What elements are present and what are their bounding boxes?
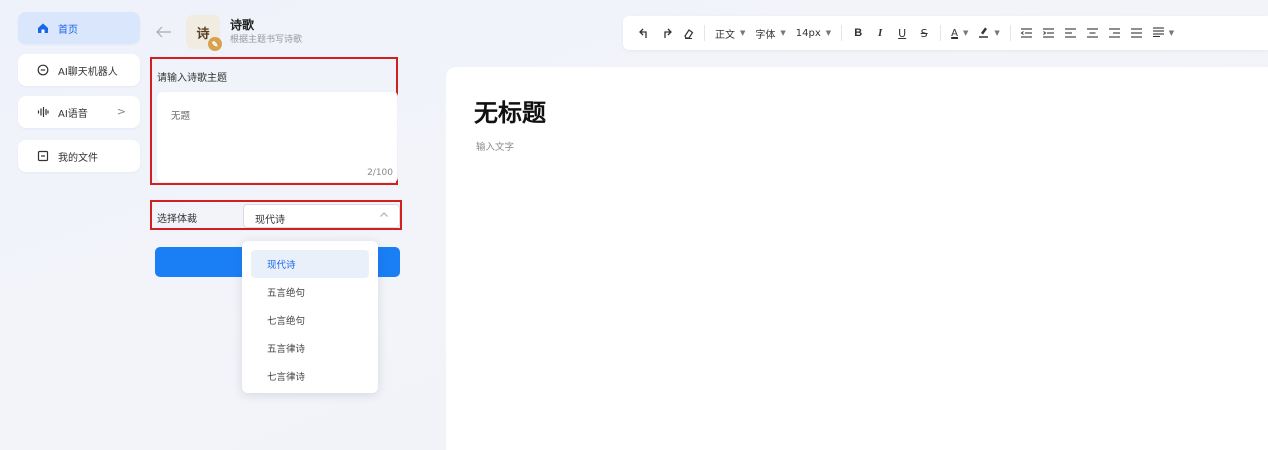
topic-textarea[interactable]: 无题 2/100 bbox=[156, 91, 398, 183]
underline-button[interactable]: U bbox=[891, 23, 913, 43]
dropdown-caret-icon: ▼ bbox=[825, 29, 832, 37]
tool-heading: 诗歌 根据主题书写诗歌 bbox=[230, 17, 302, 47]
genre-select[interactable]: 现代诗 bbox=[243, 204, 400, 228]
paragraph-style-select[interactable]: 正文 ▼ bbox=[710, 23, 750, 43]
font-size-select[interactable]: 14px ▼ bbox=[791, 23, 836, 43]
sidebar-item-label: AI语音 bbox=[58, 108, 88, 120]
tool-icon-text: 诗 bbox=[196, 26, 210, 42]
dropdown-caret-icon: ▼ bbox=[1168, 29, 1175, 37]
highlight-button[interactable]: ▼ bbox=[973, 23, 1004, 43]
italic-button[interactable]: I bbox=[869, 23, 891, 43]
sidebar-item-my-files[interactable]: 我的文件 bbox=[18, 140, 140, 172]
genre-value: 现代诗 bbox=[255, 215, 285, 226]
indent-increase-icon[interactable] bbox=[1038, 23, 1060, 43]
voice-wave-icon bbox=[36, 105, 50, 119]
dropdown-caret-icon: ▼ bbox=[740, 29, 746, 37]
align-justify-icon[interactable] bbox=[1126, 23, 1148, 43]
poem-tool-icon: 诗 ✎ bbox=[186, 15, 222, 51]
undo-icon[interactable] bbox=[633, 23, 655, 43]
genre-option[interactable]: 五言绝句 bbox=[251, 278, 369, 306]
sidebar-item-ai-voice[interactable]: AI语音 > bbox=[18, 96, 140, 128]
font-family-label: 字体 bbox=[755, 29, 776, 41]
chevron-right-icon: > bbox=[116, 105, 126, 118]
font-color-icon: A bbox=[951, 27, 959, 39]
paragraph-style-label: 正文 bbox=[715, 29, 735, 41]
chat-icon bbox=[36, 63, 50, 77]
genre-option[interactable]: 五言律诗 bbox=[251, 334, 369, 362]
home-icon bbox=[36, 21, 50, 35]
highlighter-icon bbox=[978, 26, 989, 41]
genre-section: 选择体裁 现代诗 bbox=[150, 200, 402, 230]
font-family-select[interactable]: 字体 ▼ bbox=[750, 23, 790, 43]
tool-subtitle: 根据主题书写诗歌 bbox=[230, 35, 303, 45]
topic-label: 请输入诗歌主题 bbox=[157, 73, 227, 84]
line-height-button[interactable]: ▼ bbox=[1148, 23, 1179, 43]
document-editor[interactable]: 无标题 输入文字 bbox=[446, 67, 1268, 450]
pen-icon: ✎ bbox=[208, 37, 222, 51]
toolbar-divider bbox=[940, 25, 942, 41]
sidebar-item-label: 我的文件 bbox=[58, 152, 98, 164]
genre-label: 选择体裁 bbox=[157, 214, 197, 225]
sidebar-item-home[interactable]: 首页 bbox=[18, 12, 140, 44]
chevron-up-icon bbox=[379, 210, 389, 223]
redo-icon[interactable] bbox=[655, 23, 677, 43]
align-center-icon[interactable] bbox=[1082, 23, 1104, 43]
document-body-placeholder[interactable]: 输入文字 bbox=[476, 139, 514, 153]
genre-option[interactable]: 七言绝句 bbox=[251, 306, 369, 334]
topic-section: 请输入诗歌主题 无题 2/100 bbox=[150, 57, 398, 185]
sidebar-item-label: AI聊天机器人 bbox=[58, 66, 118, 78]
sidebar-item-ai-chatbot[interactable]: AI聊天机器人 bbox=[18, 54, 140, 86]
genre-option[interactable]: 现代诗 bbox=[251, 250, 369, 278]
editor-toolbar: 正文 ▼ 字体 ▼ 14px ▼ B I U S A ▼ ▼ ▼ bbox=[623, 16, 1268, 50]
dropdown-caret-icon: ▼ bbox=[780, 29, 786, 37]
toolbar-divider bbox=[704, 25, 705, 41]
char-count: 2/100 bbox=[367, 168, 393, 178]
toolbar-divider bbox=[841, 25, 843, 41]
dropdown-caret-icon: ▼ bbox=[994, 29, 1000, 37]
file-icon bbox=[36, 149, 50, 163]
dropdown-caret-icon: ▼ bbox=[963, 29, 969, 37]
align-left-icon[interactable] bbox=[1060, 23, 1082, 43]
line-height-icon bbox=[1152, 26, 1164, 40]
indent-decrease-icon[interactable] bbox=[1016, 23, 1038, 43]
tool-title: 诗歌 bbox=[230, 18, 255, 32]
eraser-icon[interactable] bbox=[677, 23, 699, 43]
genre-option[interactable]: 七言律诗 bbox=[251, 362, 369, 390]
tool-header: 诗 ✎ 诗歌 根据主题书写诗歌 bbox=[156, 14, 302, 51]
document-title[interactable]: 无标题 bbox=[474, 93, 546, 128]
font-size-label: 14px bbox=[795, 27, 821, 39]
align-right-icon[interactable] bbox=[1104, 23, 1126, 43]
sidebar-item-label: 首页 bbox=[58, 24, 78, 36]
font-color-button[interactable]: A ▼ bbox=[946, 23, 973, 43]
topic-value: 无题 bbox=[171, 111, 191, 122]
toolbar-divider bbox=[1009, 25, 1011, 41]
back-arrow-icon[interactable] bbox=[156, 23, 174, 41]
strikethrough-button[interactable]: S bbox=[913, 23, 935, 43]
sidebar: 首页 AI聊天机器人 AI语音 > 我的文件 bbox=[18, 12, 140, 182]
bold-button[interactable]: B bbox=[847, 23, 869, 43]
genre-dropdown: 现代诗 五言绝句 七言绝句 五言律诗 七言律诗 bbox=[242, 241, 378, 393]
